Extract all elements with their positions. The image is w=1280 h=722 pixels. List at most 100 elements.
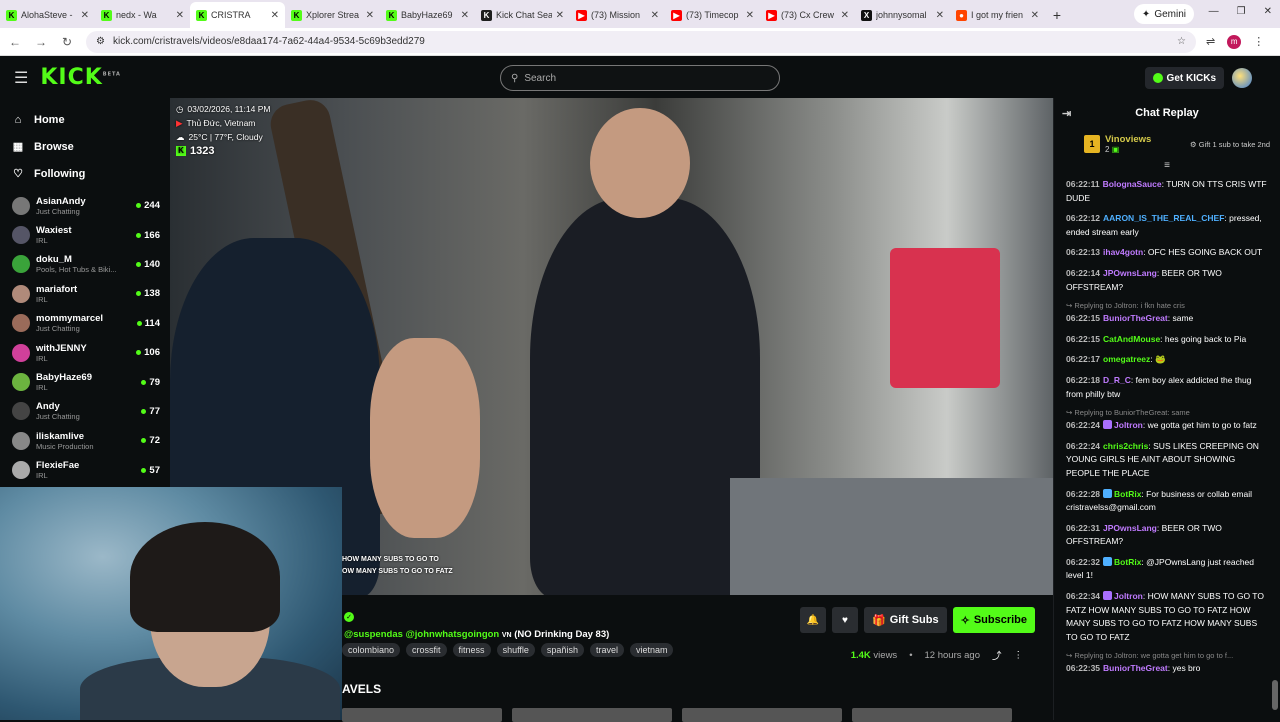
message-username[interactable]: D_R_C [1103,375,1131,385]
message-username[interactable]: Joltron [1114,420,1143,430]
share-icon[interactable]: ⤴ [992,648,1002,662]
channel-category: IRL [36,236,48,246]
tab-close-icon[interactable]: ✕ [936,10,944,21]
message-username[interactable]: ihav4gotn [1103,247,1143,257]
get-kicks-button[interactable]: Get KICKs [1144,67,1224,89]
tab-close-icon[interactable]: ✕ [271,10,279,21]
followed-channel[interactable]: iliskamlive Music Production 72 [0,426,170,455]
channel-info: FlexieFae IRL [36,460,141,480]
sidebar-nav-following[interactable]: ♡ Following [0,160,170,187]
viewer-count: 244 [144,200,160,212]
message-username[interactable]: JPOwnsLang [1103,268,1157,278]
followed-channel[interactable]: Waxiest IRL 166 [0,220,170,249]
extension-icon[interactable]: ⇌ [1206,35,1215,48]
bookmark-star-icon[interactable]: ☆ [1177,36,1186,47]
message-username[interactable]: BuniorTheGreat [1103,663,1168,673]
chat-filter-icon[interactable]: ≡ [1054,160,1280,178]
tag-chip[interactable]: spañish [540,643,584,657]
tab-close-icon[interactable]: ✕ [651,10,659,21]
chat-message: 06:22:24 chris2chris: SUS LIKES CREEPING … [1066,440,1259,478]
gift-subs-button[interactable]: 🎁 Gift Subs [864,607,947,633]
tag-chip[interactable]: vietnam [629,643,674,657]
tag-chip[interactable]: shuffle [496,643,535,657]
search-input[interactable]: ⚲ Search [500,65,780,91]
tab-close-icon[interactable]: ✕ [1031,10,1039,21]
message-username[interactable]: chris2chris [1103,441,1148,451]
message-username[interactable]: BotRix [1114,557,1141,567]
gift-to-take-2nd[interactable]: ⚙ Gift 1 sub to take 2nd [1190,140,1270,149]
maximize-icon[interactable]: ❐ [1237,6,1246,17]
menu-kebab-icon[interactable]: ⋮ [1253,35,1264,48]
leader-username[interactable]: Vinoviews [1105,134,1151,145]
tag-chip[interactable]: colombiano [342,643,401,657]
browser-tab[interactable]: ▶ (73) Cx Crew ✕ [760,2,855,28]
followed-channel[interactable]: BabyHaze69 IRL 79 [0,367,170,396]
subscribe-button[interactable]: ✧ Subscribe [952,607,1035,633]
profile-avatar[interactable]: m [1227,34,1242,49]
message-username[interactable]: omegatreez [1103,354,1150,364]
tab-close-icon[interactable]: ✕ [176,10,184,21]
message-text: yes bro [1172,663,1201,674]
browser-tab[interactable]: ● I got my frien ✕ [950,2,1045,28]
tab-label: (73) Cx Crew [781,10,835,20]
followed-channel[interactable]: withJENNY IRL 106 [0,338,170,367]
collapse-chat-icon[interactable]: ⇥ [1062,107,1071,120]
browser-tab[interactable]: K AlohaSteve - ✕ [0,2,95,28]
followed-channel[interactable]: AsianAndy Just Chatting 244 [0,191,170,220]
tag-chip[interactable]: crossfit [406,643,447,657]
back-icon[interactable]: ← [4,35,26,49]
sidebar-nav-home[interactable]: ⌂ Home [0,106,170,133]
tab-close-icon[interactable]: ✕ [366,10,374,21]
tab-close-icon[interactable]: ✕ [461,10,469,21]
message-username[interactable]: BuniorTheGreat [1103,313,1168,323]
browser-tab[interactable]: K Xplorer Strea ✕ [285,2,380,28]
tab-close-icon[interactable]: ✕ [81,10,89,21]
url-field[interactable]: ⚙ kick.com/cristravels/videos/e8daa174-7… [86,30,1196,53]
user-badge-icon [1103,556,1113,566]
tab-close-icon[interactable]: ✕ [746,10,754,21]
chat-scrollbar[interactable] [1272,680,1278,710]
tag-chip[interactable]: travel [589,643,624,657]
notification-bell-button[interactable]: 🔔 [800,607,826,633]
follow-heart-button[interactable]: ♥ [832,607,858,633]
message-timestamp: 06:22:17 [1066,354,1101,365]
browser-tab[interactable]: K Kick Chat Sea ✕ [475,2,570,28]
close-window-icon[interactable]: ✕ [1264,6,1272,17]
hamburger-menu-icon[interactable]: ☰ [14,68,28,88]
message-username[interactable]: Joltron [1114,591,1143,601]
browser-tab[interactable]: K CRISTRA ✕ [190,2,285,28]
browser-tab[interactable]: ▶ (73) Timecop ✕ [665,2,760,28]
followed-channel[interactable]: mommymarcel Just Chatting 114 [0,309,170,338]
leader-sub-count: 2 ▣ [1105,145,1120,154]
browser-tab[interactable]: K BabyHaze69 ✕ [380,2,475,28]
new-tab-button[interactable]: + [1045,2,1069,28]
message-username[interactable]: CatAndMouse [1103,334,1160,344]
title-mentions[interactable]: @suspendas @johnwhatsgoingon [344,629,499,640]
followed-channel[interactable]: doku_M Pools, Hot Tubs & Biki... 140 [0,250,170,279]
minimize-icon[interactable]: — [1209,6,1219,17]
reload-icon[interactable]: ↻ [56,35,78,49]
message-username[interactable]: JPOwnsLang [1103,523,1157,533]
channel-viewers: 79 [141,377,160,388]
followed-channel[interactable]: FlexieFae IRL 57 [0,456,170,485]
browser-tab[interactable]: ▶ (73) Mission ✕ [570,2,665,28]
followed-channel[interactable]: mariafort IRL 138 [0,279,170,308]
message-username[interactable]: AARON_IS_THE_REAL_CHEF [1103,213,1224,223]
site-info-icon[interactable]: ⚙ [96,36,105,47]
message-username[interactable]: BotRix [1114,489,1141,499]
message-username[interactable]: BolognaSauce [1103,179,1162,189]
followed-channel[interactable]: Andy Just Chatting 77 [0,397,170,426]
kick-logo[interactable]: KICKBETA [40,65,121,90]
tab-close-icon[interactable]: ✕ [556,10,564,21]
tag-chip[interactable]: fitness [452,643,491,657]
user-avatar[interactable] [1232,68,1252,88]
clock-icon: ◷ [176,104,184,114]
gemini-button[interactable]: ✦ Gemini [1133,4,1194,24]
browser-tab[interactable]: Xjohnnysomal ✕ [855,2,950,28]
channel-name: iliskamlive [36,430,85,442]
forward-icon[interactable]: → [30,35,52,49]
browser-tab[interactable]: Knedx - Wa ✕ [95,2,190,28]
more-options-icon[interactable]: ⋮ [1014,650,1024,661]
sidebar-nav-browse[interactable]: ▦ Browse [0,133,170,160]
tab-close-icon[interactable]: ✕ [841,10,849,21]
